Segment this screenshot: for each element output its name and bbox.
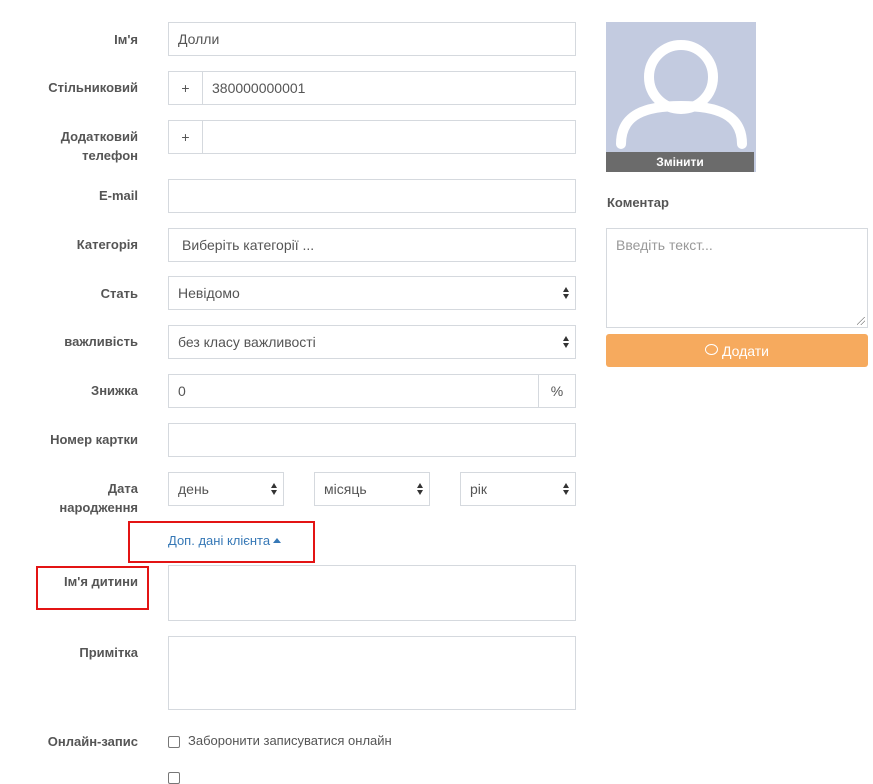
name-input[interactable]: Долли	[168, 22, 576, 56]
card-number-label: Номер картки	[50, 432, 138, 447]
select-arrows-icon	[417, 483, 424, 497]
discount-suffix: %	[538, 375, 575, 407]
extra-data-toggle-label: Доп. дані клієнта	[168, 533, 271, 548]
card-number-input[interactable]	[168, 423, 576, 457]
email-label: E-mail	[98, 188, 138, 203]
email-input[interactable]	[168, 179, 576, 213]
mobile-input[interactable]: + 380000000001	[168, 71, 576, 105]
discount-label: Знижка	[91, 383, 138, 398]
birth-day-value: день	[178, 481, 209, 497]
importance-label: важливість	[64, 334, 138, 349]
birth-year-select[interactable]: рік	[460, 472, 576, 506]
resize-handle-icon[interactable]	[857, 317, 865, 325]
mobile-value: 380000000001	[212, 80, 306, 96]
comment-textarea[interactable]: Введіть текст...	[606, 228, 868, 328]
select-arrows-icon	[563, 287, 570, 301]
extra-phone-label-line1: Додатковий	[60, 129, 138, 144]
birth-date-label: Дата народження	[59, 479, 138, 517]
category-label: Категорія	[76, 237, 138, 252]
forbid-online-label: Заборонити записуватися онлайн	[188, 733, 392, 748]
birth-month-select[interactable]: місяць	[314, 472, 430, 506]
name-value: Долли	[178, 31, 220, 47]
select-arrows-icon	[563, 336, 570, 350]
online-booking-label: Онлайн-запис	[47, 734, 138, 749]
child-name-input[interactable]	[168, 565, 576, 621]
select-arrows-icon	[271, 483, 278, 497]
extra-phone-prefix: +	[169, 121, 203, 153]
select-arrows-icon	[563, 483, 570, 497]
birth-date-label-line1: Дата	[107, 481, 138, 496]
extra-phone-input[interactable]: +	[168, 120, 576, 154]
gender-select[interactable]: Невідомо	[168, 276, 576, 310]
gender-value: Невідомо	[178, 285, 240, 301]
extra-phone-label-line2: телефон	[82, 148, 138, 163]
discount-input[interactable]: 0 %	[168, 374, 576, 408]
importance-select[interactable]: без класу важливості	[168, 325, 576, 359]
comment-placeholder: Введіть текст...	[616, 237, 713, 253]
avatar[interactable]: Змінити	[606, 22, 756, 172]
extra-data-toggle[interactable]: Доп. дані клієнта	[168, 533, 282, 548]
change-avatar-button[interactable]: Змінити	[606, 152, 754, 172]
birth-date-label-line2: народження	[59, 500, 138, 515]
category-select[interactable]: Виберіть категорії ...	[168, 228, 576, 262]
comment-label: Коментар	[607, 195, 669, 210]
forbid-online-checkbox[interactable]	[168, 736, 180, 748]
birth-day-select[interactable]: день	[168, 472, 284, 506]
mobile-prefix: +	[169, 72, 203, 104]
add-comment-label: Додати	[722, 342, 769, 359]
birth-year-value: рік	[470, 481, 488, 497]
comment-bubble-icon	[705, 344, 718, 355]
birth-month-value: місяць	[324, 481, 367, 497]
user-placeholder-icon	[616, 40, 747, 149]
add-comment-button[interactable]: Додати	[606, 334, 868, 367]
gender-label: Стать	[100, 286, 138, 301]
importance-value: без класу важливості	[178, 334, 316, 350]
caret-up-icon	[273, 538, 282, 543]
mobile-label: Стільниковий	[48, 80, 138, 95]
next-row-checkbox[interactable]	[168, 772, 180, 784]
note-label: Примітка	[79, 645, 138, 660]
extra-phone-label: Додатковий телефон	[61, 127, 138, 165]
note-textarea[interactable]	[168, 636, 576, 710]
child-name-label: Ім'я дитини	[64, 574, 138, 589]
category-placeholder: Виберіть категорії ...	[182, 237, 315, 253]
name-label: Ім'я	[114, 32, 138, 47]
discount-value: 0	[178, 383, 186, 399]
